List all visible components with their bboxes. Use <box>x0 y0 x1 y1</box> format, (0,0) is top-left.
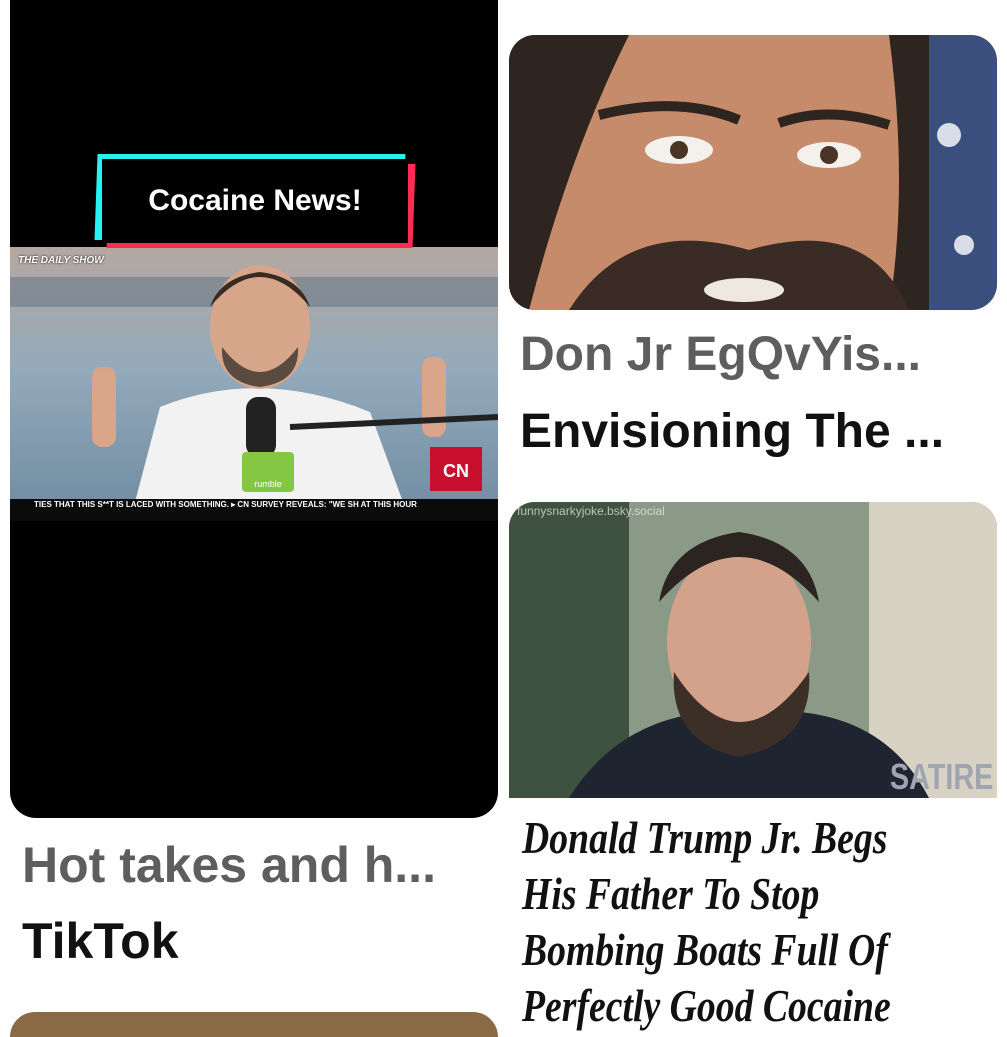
overlay-label: Cocaine News! <box>94 154 416 248</box>
headline-line: Bombing Boats Full Of <box>522 924 888 975</box>
overlay-label-text: Cocaine News! <box>148 184 362 217</box>
watermark-text: funnysnarkyjoke.bsky.social <box>517 504 665 518</box>
show-logo: THE DAILY SHOW <box>18 255 104 266</box>
card-title[interactable]: Hot takes and h... <box>22 836 436 894</box>
headline-line: His Father To Stop <box>522 868 820 919</box>
image-thumbnail-card[interactable]: funnysnarkyjoke.bsky.social SATIRE <box>509 502 997 798</box>
rumble-label: rumble <box>254 479 282 489</box>
card-source[interactable]: Envisioning The ... <box>520 404 944 459</box>
network-logo-text: CN <box>443 461 469 481</box>
portrait-image <box>509 502 997 798</box>
headline-line: Donald Trump Jr. Begs <box>522 812 888 863</box>
satire-label: SATIRE <box>889 756 993 797</box>
news-ticker: TIES THAT THIS S**T IS LACED WITH SOMETH… <box>10 499 498 521</box>
face-closeup-image <box>509 35 997 310</box>
card-source[interactable]: TikTok <box>22 912 179 970</box>
next-thumbnail-card[interactable] <box>10 1012 498 1037</box>
ticker-text: TIES THAT THIS S**T IS LACED WITH SOMETH… <box>34 500 417 509</box>
headline-text[interactable]: Donald Trump Jr. Begs His Father To Stop… <box>522 810 912 1034</box>
image-thumbnail-card[interactable] <box>509 35 997 310</box>
card-title[interactable]: Don Jr EgQvYis... <box>520 327 921 382</box>
video-frame: rumble CN <box>10 247 498 521</box>
video-scene-image: rumble CN <box>10 247 498 521</box>
video-thumbnail-card[interactable]: rumble CN Cocaine News! THE DAILY SHOW <box>10 0 498 818</box>
headline-line: Perfectly Good Cocaine <box>522 980 891 1031</box>
